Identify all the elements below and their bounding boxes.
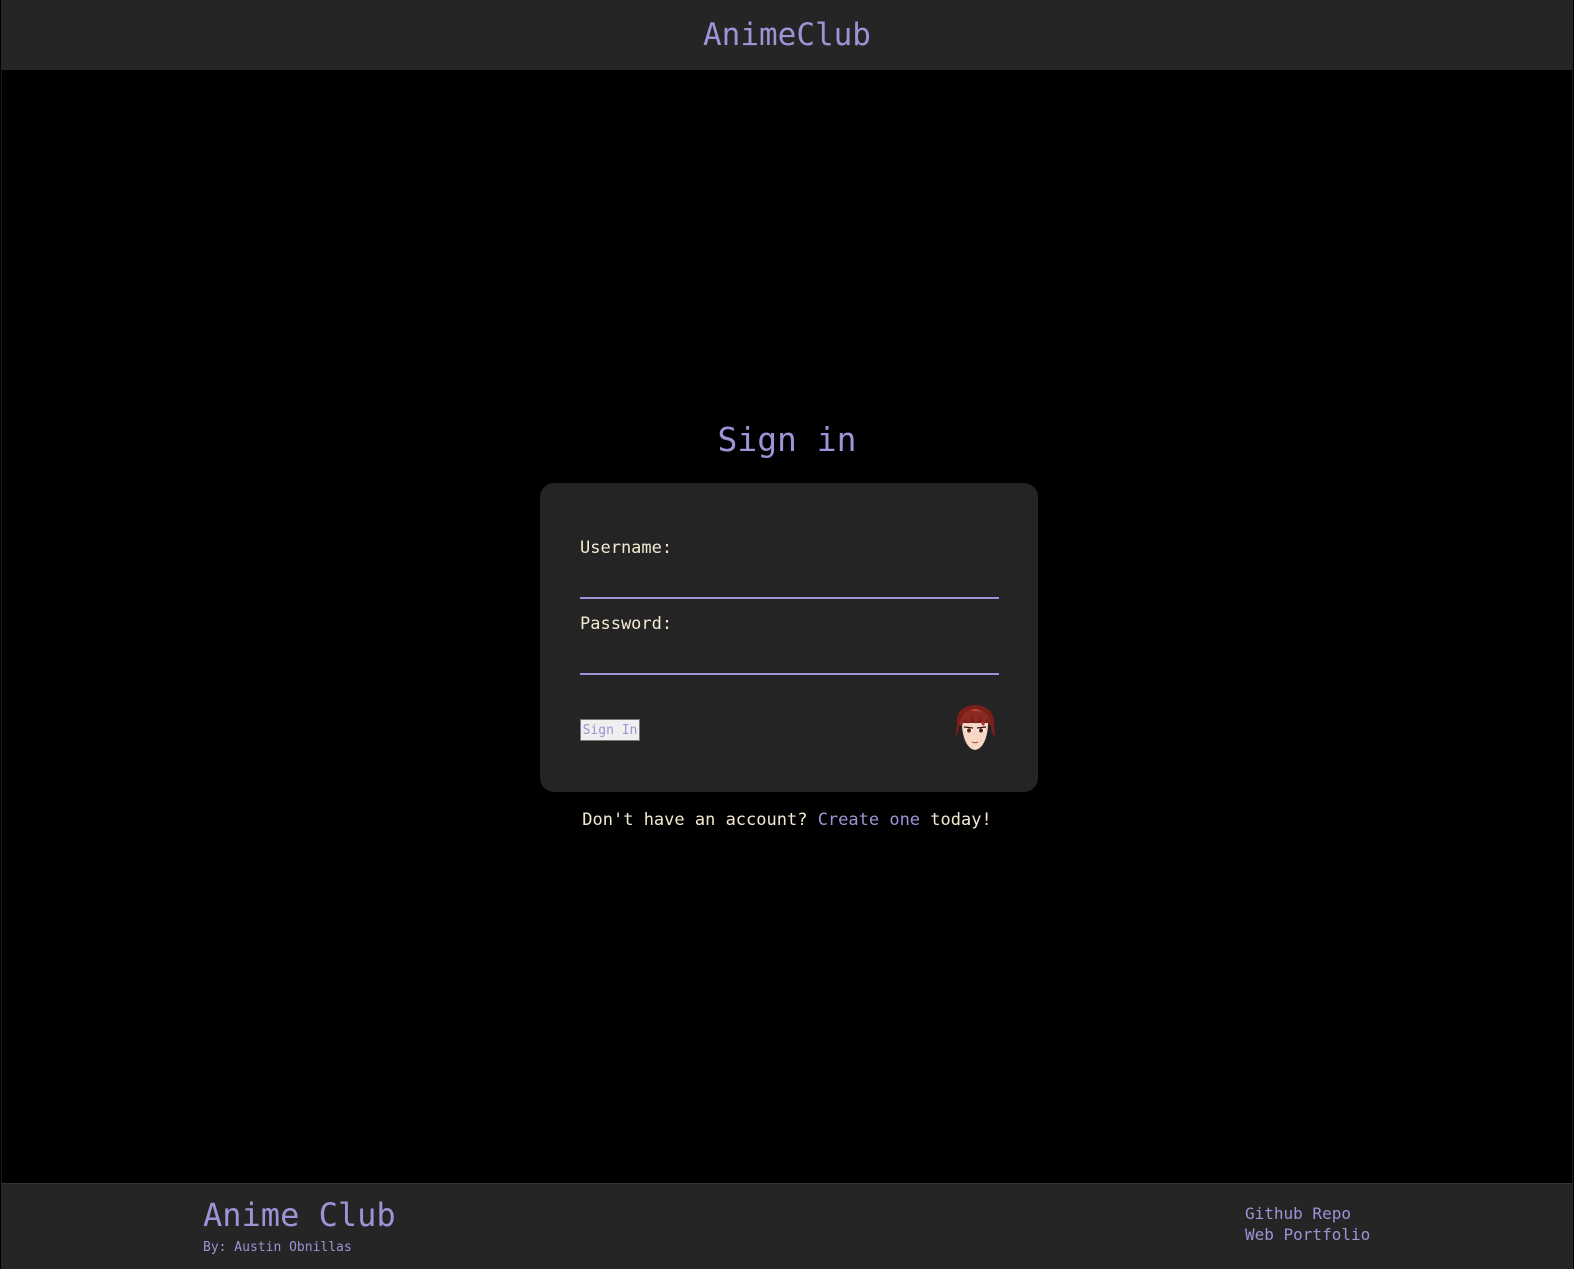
create-account-suffix: today!: [920, 810, 992, 830]
signin-button[interactable]: Sign In: [580, 719, 640, 741]
password-input[interactable]: [580, 647, 999, 675]
web-portfolio-link[interactable]: Web Portfolio: [1245, 1226, 1370, 1244]
footer: Anime Club By: Austin Obnillas Github Re…: [1, 1183, 1573, 1269]
footer-links: Github Repo Web Portfolio: [1245, 1205, 1370, 1244]
username-input[interactable]: [580, 571, 999, 599]
username-label: Username:: [580, 538, 673, 558]
create-account-link[interactable]: Create one: [818, 810, 920, 830]
footer-brand: Anime Club: [203, 1196, 396, 1234]
signin-heading: Sign in: [717, 420, 857, 459]
top-header: AnimeClub: [1, 0, 1573, 70]
github-repo-link[interactable]: Github Repo: [1245, 1205, 1370, 1223]
signin-form: Username: Password: Sign In: [540, 483, 1038, 792]
site-title[interactable]: AnimeClub: [703, 17, 871, 53]
password-label: Password:: [580, 614, 673, 634]
page: AnimeClub Sign in Username: Password: Si…: [0, 0, 1574, 1269]
anime-character-avatar-icon: [955, 705, 995, 750]
footer-author: By: Austin Obnillas: [203, 1240, 352, 1255]
create-account-prefix: Don't have an account?: [582, 810, 818, 830]
create-account-prompt: Don't have an account? Create one today!: [2, 810, 1572, 830]
main-content: Sign in Username: Password: Sign In Don'…: [1, 70, 1573, 1183]
